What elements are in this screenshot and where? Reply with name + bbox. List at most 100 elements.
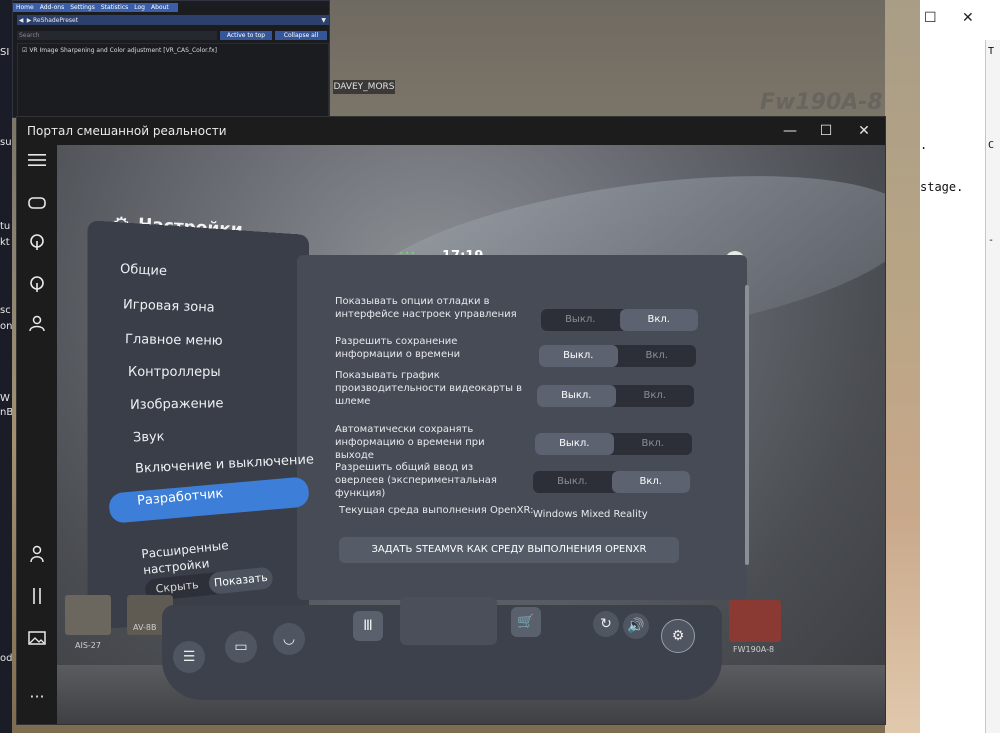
desktop-icons-strip: SI su tu kt sc on W nB od (0, 0, 12, 733)
side-menu-general[interactable]: Общие (120, 262, 168, 279)
side-navigation: ··· (17, 145, 57, 724)
text-line: stage. (920, 180, 964, 194)
reshade-menu-statistics[interactable]: Statistics (98, 4, 131, 11)
recenter-icon[interactable]: ↻ (593, 611, 619, 637)
scrollbar[interactable] (745, 285, 749, 565)
scrollbar[interactable]: T C - (986, 40, 1000, 733)
maximize-button[interactable]: ☐ (924, 10, 937, 26)
close-button[interactable]: ✕ (962, 10, 974, 26)
scroll-mark: C (987, 140, 994, 151)
hand-left-icon[interactable] (25, 275, 49, 299)
gpu-graph-toggle[interactable]: Выкл. Вкл. (537, 385, 694, 407)
desktop-icon-label: tu (0, 221, 11, 232)
desktop-icon-label: su (0, 137, 12, 148)
thumbnail-label: AIS-27 (75, 641, 101, 650)
openxr-runtime-label: Текущая среда выполнения OpenXR: (339, 505, 534, 516)
next-preset-icon[interactable]: ▶ (25, 17, 33, 24)
mixed-reality-portal-window: Портал смешанной реальности — ☐ ✕ ··· ••… (17, 117, 885, 724)
dropdown-icon[interactable]: ▼ (321, 17, 329, 24)
off-button[interactable]: Выкл. (537, 385, 616, 407)
reshade-overlay: Home Add-ons Settings Statistics Log Abo… (12, 0, 330, 118)
vr-viewport: ⚙ Настройки ••• 17:19 ••• ⚙ Общие Игрова… (57, 145, 885, 724)
preset-name: ReShadePreset (33, 16, 79, 24)
scroll-mark: - (987, 235, 994, 246)
search-input[interactable]: Search (17, 31, 217, 40)
save-timing-toggle[interactable]: Выкл. Вкл. (539, 345, 696, 367)
effects-list: ☑ VR Image Sharpening and Color adjustme… (17, 43, 329, 117)
option-label: Автоматически сохранять информацию о вре… (335, 424, 485, 461)
effect-label: VR Image Sharpening and Color adjustment… (29, 47, 217, 54)
tools-icon[interactable] (25, 587, 49, 611)
option-label: Разрешить общий ввод из оверлеев (экспер… (335, 462, 497, 499)
collapse-all-button[interactable]: Collapse all (275, 31, 327, 40)
scroll-mark: T (987, 46, 994, 57)
side-menu-play-area[interactable]: Игровая зона (123, 297, 215, 315)
on-button[interactable]: Вкл. (611, 471, 690, 493)
off-button[interactable]: Выкл. (541, 309, 620, 331)
set-steamvr-openxr-button[interactable]: ЗАДАТЬ STEAMVR КАК СРЕДУ ВЫПОЛНЕНИЯ OPEN… (339, 537, 679, 563)
side-menu-controllers[interactable]: Контроллеры (128, 365, 221, 380)
desktop-icon[interactable]: ▭ (225, 631, 257, 663)
person-icon[interactable] (25, 545, 49, 569)
reshade-menu-home[interactable]: Home (13, 4, 37, 11)
side-menu-home[interactable]: Главное меню (125, 332, 223, 349)
hamburger-icon[interactable] (25, 151, 49, 175)
volume-icon[interactable]: 🔊 (623, 613, 649, 639)
reshade-menu-settings[interactable]: Settings (67, 4, 98, 11)
auto-save-timing-toggle[interactable]: Выкл. Вкл. (535, 433, 692, 455)
active-to-top-button[interactable]: Active to top (220, 31, 272, 40)
reshade-menubar: Home Add-ons Settings Statistics Log Abo… (13, 3, 178, 12)
on-button[interactable]: Вкл. (616, 385, 695, 407)
side-menu-display[interactable]: Изображение (130, 396, 224, 413)
window-title: Портал смешанной реальности (27, 124, 227, 138)
close-button[interactable]: ✕ (846, 121, 882, 141)
store-icon[interactable]: 🛒 (511, 607, 541, 637)
headset-view-icon[interactable]: ◡ (273, 623, 305, 655)
debug-options-toggle[interactable]: Выкл. Вкл. (541, 309, 698, 331)
reshade-menu-log[interactable]: Log (131, 4, 148, 11)
on-button[interactable]: Вкл. (618, 345, 697, 367)
off-button[interactable]: Выкл. (535, 433, 614, 455)
hand-right-icon[interactable] (25, 233, 49, 257)
headset-icon[interactable] (25, 193, 49, 217)
desktop-icon-label: sc (0, 305, 11, 316)
library-icon[interactable]: Ⅲ (353, 611, 383, 641)
background-sign: DAVEY_MORS (333, 80, 395, 94)
effect-item[interactable]: ☑ VR Image Sharpening and Color adjustme… (22, 47, 217, 54)
preset-selector[interactable]: ◀ ▶ ReShadePreset ▼ (17, 15, 329, 25)
option-label: Показывать график производительности вид… (335, 370, 523, 407)
game-thumbnail[interactable] (65, 595, 111, 635)
side-menu-sound[interactable]: Звук (133, 429, 165, 445)
desktop-icon-label: nB (0, 407, 12, 418)
desktop-icon-label: W (0, 393, 10, 404)
overlay-input-toggle[interactable]: Выкл. Вкл. (533, 471, 690, 493)
game-thumbnail[interactable] (729, 600, 781, 642)
off-button[interactable]: Выкл. (533, 471, 612, 493)
desktop-icon-label: SI (0, 47, 10, 58)
minimize-button[interactable]: — (772, 121, 808, 141)
off-button[interactable]: Выкл. (539, 345, 618, 367)
thumbnail-label: AV-8B (133, 623, 157, 632)
reshade-menu-addons[interactable]: Add-ons (37, 4, 68, 11)
desktop-icon-label: kt (0, 237, 10, 248)
people-icon[interactable] (25, 315, 49, 339)
settings-icon[interactable]: ⚙ (661, 619, 695, 653)
notepad-window: ☐ ✕ . stage. T C - (920, 0, 1000, 733)
on-button[interactable]: Вкл. (619, 309, 698, 331)
option-label: Показывать опции отладки в интерфейсе на… (335, 296, 517, 320)
now-playing-panel (400, 597, 497, 645)
menu-icon[interactable]: ☰ (173, 641, 205, 673)
thumbnail-label: FW190A-8 (733, 645, 775, 654)
desktop-icon-label: on (0, 321, 12, 332)
image-icon[interactable] (25, 629, 49, 653)
on-button[interactable]: Вкл. (614, 433, 693, 455)
checkbox-icon[interactable]: ☑ (22, 47, 27, 54)
title-bar: Портал смешанной реальности — ☐ ✕ (17, 117, 885, 145)
maximize-button[interactable]: ☐ (808, 121, 844, 141)
desktop-icon-label: od (0, 653, 12, 664)
prev-preset-icon[interactable]: ◀ (17, 17, 25, 24)
openxr-runtime-value: Windows Mixed Reality (533, 509, 648, 520)
reshade-menu-about[interactable]: About (148, 4, 172, 11)
text-line: . (920, 138, 928, 152)
more-icon[interactable]: ··· (25, 685, 49, 709)
